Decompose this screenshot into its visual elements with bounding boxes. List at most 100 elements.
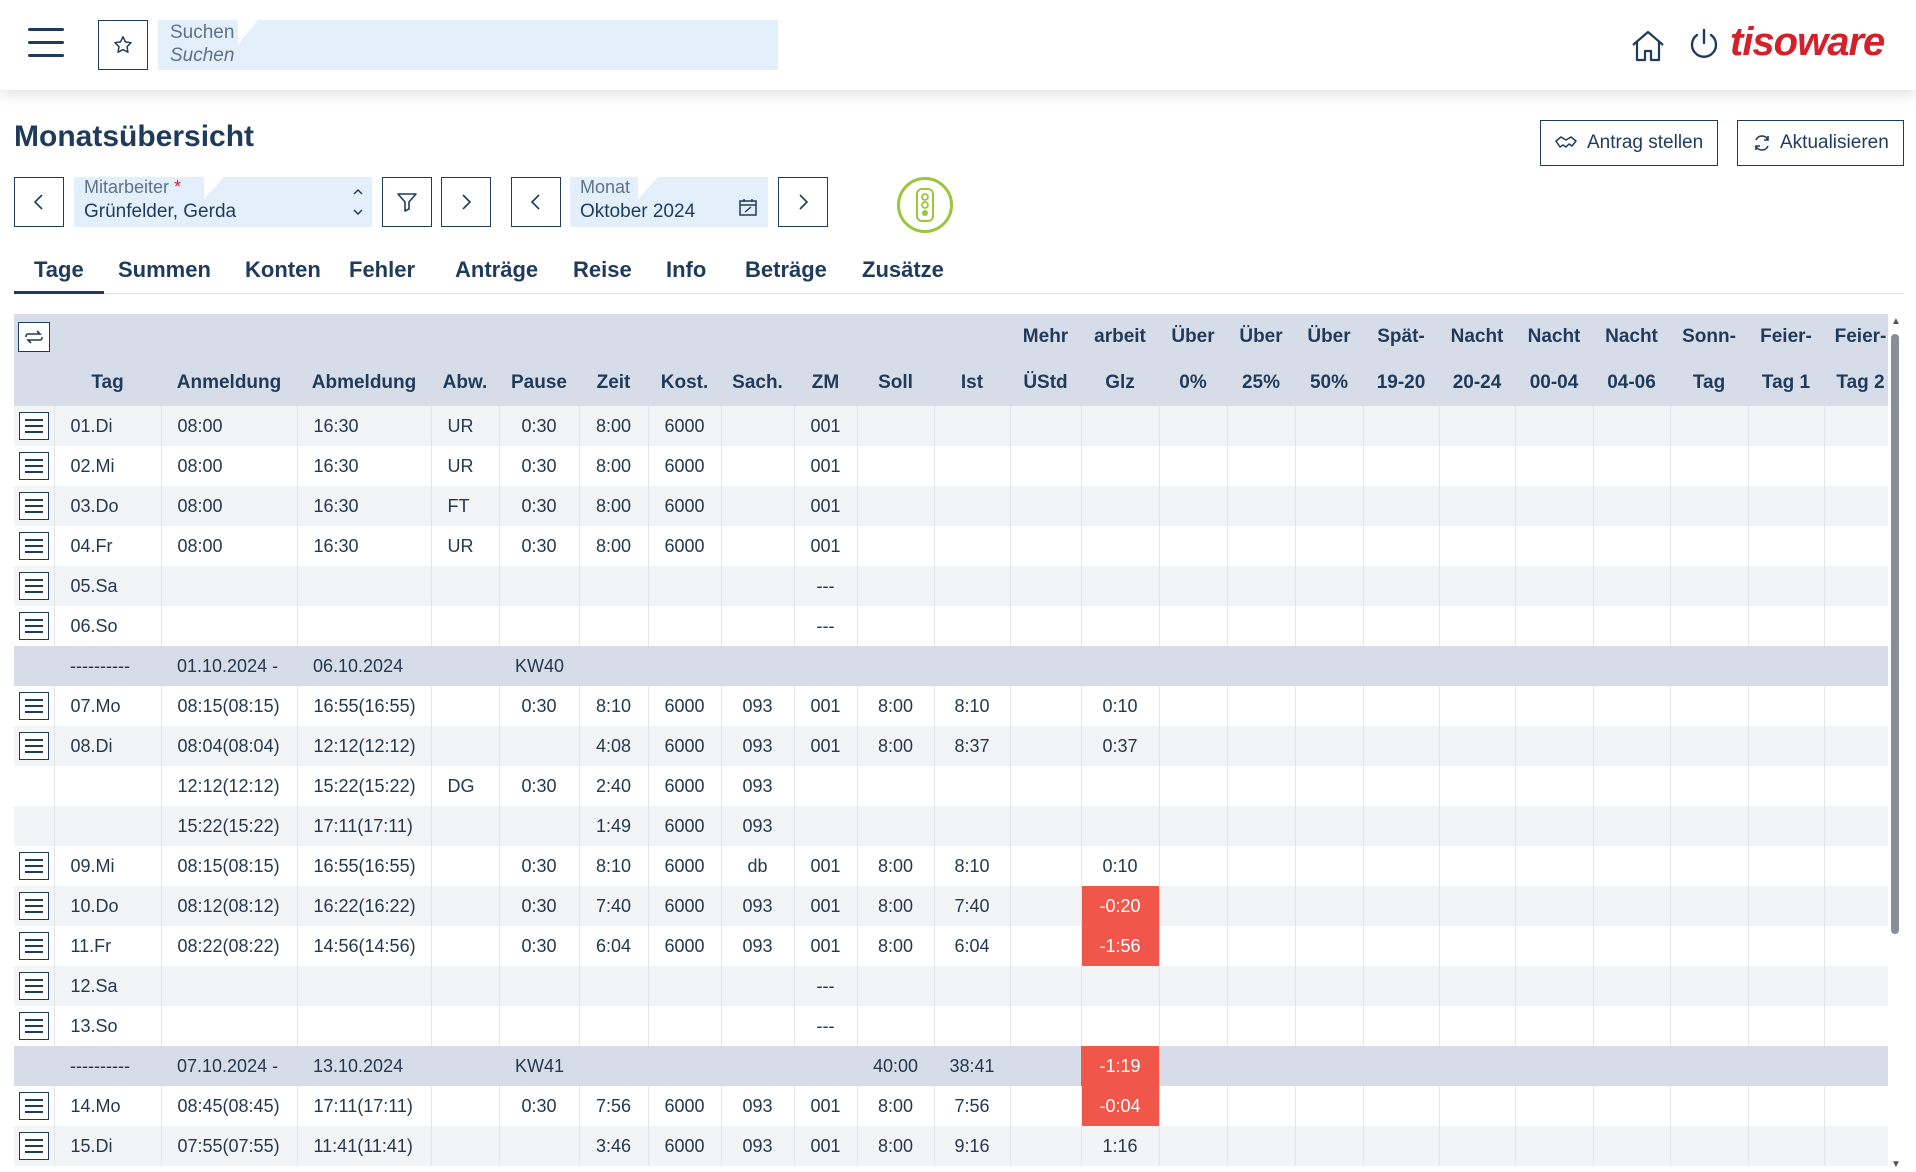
table-cell: 6000 bbox=[648, 766, 722, 806]
employee-value: Grünfelder, Gerda bbox=[84, 201, 237, 222]
table-scrollbar[interactable]: ▲ ▼ bbox=[1888, 314, 1902, 1172]
next-employee-button[interactable] bbox=[441, 177, 491, 227]
row-details-icon[interactable] bbox=[18, 532, 49, 560]
tab-antraege[interactable]: Anträge bbox=[435, 254, 558, 294]
table-cell bbox=[1439, 1126, 1516, 1166]
filter-button[interactable] bbox=[382, 177, 432, 227]
table-cell bbox=[648, 606, 722, 646]
star-icon bbox=[114, 36, 132, 53]
row-details-icon[interactable] bbox=[18, 572, 49, 600]
row-details-icon[interactable] bbox=[18, 932, 49, 960]
table-cell: 7:40 bbox=[934, 886, 1011, 926]
column-header: 0% bbox=[1159, 360, 1227, 406]
table-cell bbox=[1748, 486, 1825, 526]
table-cell bbox=[721, 1046, 794, 1086]
antrag-stellen-button[interactable]: Antrag stellen bbox=[1540, 120, 1719, 166]
table-cell: 001 bbox=[794, 846, 858, 886]
prev-employee-button[interactable] bbox=[14, 177, 64, 227]
row-details-icon[interactable] bbox=[18, 612, 49, 640]
scrollbar-thumb[interactable] bbox=[1891, 334, 1899, 934]
row-details-icon[interactable] bbox=[18, 452, 49, 480]
table-cell bbox=[1010, 486, 1082, 526]
table-cell: 07.Mo bbox=[54, 686, 162, 726]
column-header: Ist bbox=[934, 360, 1010, 406]
table-cell: 6000 bbox=[648, 846, 722, 886]
table-cell bbox=[1363, 486, 1440, 526]
table-cell bbox=[1515, 526, 1594, 566]
column-header: Anmeldung bbox=[161, 360, 297, 406]
table-cell bbox=[499, 566, 580, 606]
table-cell bbox=[1593, 1046, 1670, 1086]
row-details-icon[interactable] bbox=[18, 692, 49, 720]
home-icon[interactable] bbox=[1628, 26, 1668, 66]
tab-info[interactable]: Info bbox=[646, 254, 726, 294]
search-input[interactable] bbox=[170, 44, 760, 68]
table-cell: 001 bbox=[794, 1126, 858, 1166]
table-cell bbox=[1363, 646, 1439, 686]
swap-icon[interactable] bbox=[18, 322, 50, 352]
tab-tage[interactable]: Tage bbox=[14, 254, 104, 294]
row-menu-cell bbox=[14, 886, 55, 926]
table-cell bbox=[1670, 886, 1749, 926]
prev-month-button[interactable] bbox=[511, 177, 561, 227]
table-cell bbox=[1670, 1006, 1749, 1046]
row-menu-cell bbox=[14, 966, 55, 1006]
row-details-icon[interactable] bbox=[18, 1012, 49, 1040]
row-details-icon[interactable] bbox=[18, 1132, 49, 1160]
row-details-icon[interactable] bbox=[18, 492, 49, 520]
tab-summen[interactable]: Summen bbox=[98, 254, 231, 294]
table-cell bbox=[1227, 846, 1296, 886]
scroll-down-arrow-icon[interactable]: ▼ bbox=[1891, 1159, 1901, 1170]
tab-betraege[interactable]: Beträge bbox=[725, 254, 847, 294]
table-cell bbox=[1515, 886, 1594, 926]
hamburger-icon[interactable] bbox=[28, 28, 64, 58]
column-header: Glz bbox=[1081, 360, 1159, 406]
column-header-top: arbeit bbox=[1081, 314, 1159, 360]
row-details-icon[interactable] bbox=[18, 1092, 49, 1120]
table-cell bbox=[1081, 406, 1160, 446]
calendar-icon[interactable] bbox=[738, 197, 758, 217]
column-header-top: Über bbox=[1159, 314, 1227, 360]
table-cell bbox=[648, 966, 722, 1006]
table-cell bbox=[1439, 446, 1516, 486]
traffic-light-icon[interactable] bbox=[897, 177, 953, 233]
table-cell bbox=[431, 726, 500, 766]
power-icon[interactable] bbox=[1686, 26, 1722, 62]
table-cell bbox=[1748, 446, 1825, 486]
table-cell bbox=[1670, 806, 1749, 846]
table-cell bbox=[1824, 606, 1888, 646]
tab-fehler[interactable]: Fehler bbox=[329, 254, 435, 294]
aktualisieren-button[interactable]: Aktualisieren bbox=[1737, 120, 1904, 166]
month-picker[interactable]: Monat Oktober 2024 bbox=[570, 177, 768, 227]
table-cell bbox=[934, 446, 1011, 486]
row-details-icon[interactable] bbox=[18, 892, 49, 920]
employee-select[interactable]: Mitarbeiter * Grünfelder, Gerda bbox=[74, 177, 372, 227]
table-cell bbox=[1159, 406, 1228, 446]
table-cell: 093 bbox=[721, 886, 795, 926]
row-details-icon[interactable] bbox=[18, 412, 49, 440]
next-month-button[interactable] bbox=[778, 177, 828, 227]
row-menu-cell bbox=[14, 1086, 55, 1126]
row-menu-cell bbox=[14, 686, 55, 726]
row-details-icon[interactable] bbox=[18, 972, 49, 1000]
table-cell bbox=[1227, 766, 1296, 806]
scroll-up-arrow-icon[interactable]: ▲ bbox=[1891, 316, 1901, 327]
row-details-icon[interactable] bbox=[18, 852, 49, 880]
tab-zusaetze[interactable]: Zusätze bbox=[842, 254, 964, 294]
table-cell: 40:00 bbox=[857, 1046, 934, 1086]
table-cell: 10.Do bbox=[54, 886, 162, 926]
column-header-top bbox=[161, 314, 297, 360]
table-cell bbox=[1363, 726, 1440, 766]
favorite-button[interactable] bbox=[98, 20, 148, 70]
table-cell bbox=[934, 526, 1011, 566]
row-details-icon[interactable] bbox=[18, 732, 49, 760]
table-cell: UR bbox=[431, 406, 500, 446]
tab-reise[interactable]: Reise bbox=[553, 254, 652, 294]
tab-konten[interactable]: Konten bbox=[225, 254, 341, 294]
table-cell bbox=[1439, 766, 1516, 806]
week-summary-row: ---------- 01.10.2024 -06.10.2024 KW40 bbox=[14, 646, 1888, 686]
tab-bar: Tage Summen Konten Fehler Anträge Reise … bbox=[14, 254, 1904, 294]
table-cell bbox=[648, 566, 722, 606]
table-cell bbox=[1159, 846, 1228, 886]
table-cell bbox=[1295, 446, 1364, 486]
